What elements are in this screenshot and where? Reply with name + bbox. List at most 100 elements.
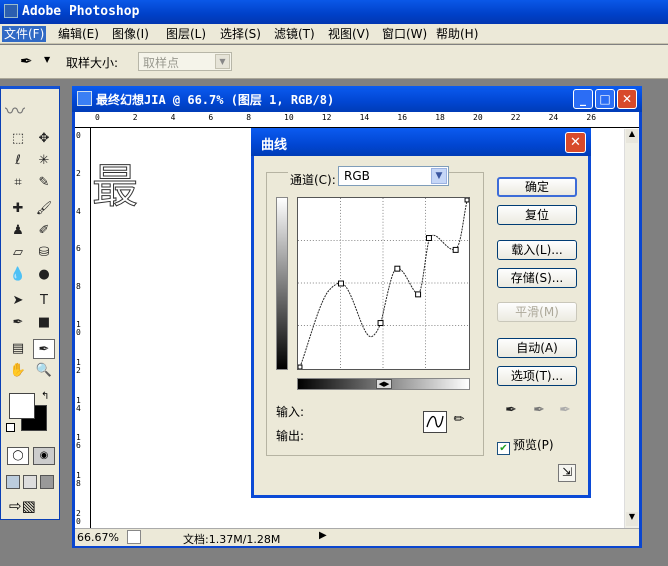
menu-select[interactable]: 选择(S) <box>218 26 263 42</box>
ruler-tick-label: 2 <box>76 168 81 178</box>
dialog-close-button[interactable]: ✕ <box>565 132 586 153</box>
ruler-tick-label: 20 <box>473 113 483 122</box>
foreground-color-swatch[interactable] <box>9 393 35 419</box>
feather-logo-icon: 〰 <box>5 99 25 123</box>
ruler-tick-label: 2 0 <box>76 509 81 526</box>
menu-edit[interactable]: 编辑(E) <box>56 26 101 42</box>
sample-size-select[interactable]: 取样点 ▼ <box>138 52 232 71</box>
history-brush-tool-icon[interactable]: ✐ <box>33 221 55 241</box>
maximize-button[interactable]: □ <box>595 89 615 109</box>
preset-dropdown-icon[interactable]: ▼ <box>44 55 50 64</box>
path-selection-tool-icon[interactable]: ➤ <box>7 291 29 311</box>
chevron-down-icon: ▼ <box>431 168 447 184</box>
magic-wand-tool-icon[interactable]: ✳ <box>33 151 55 171</box>
menu-layer[interactable]: 图层(L) <box>164 26 208 42</box>
output-label: 输出: <box>276 429 305 443</box>
zoom-level[interactable]: 66.67% <box>77 531 119 544</box>
expand-dialog-icon[interactable]: ⇲ <box>558 464 576 482</box>
notes-tool-icon[interactable]: ▤ <box>7 339 29 359</box>
swap-colors-icon[interactable]: ↰ <box>41 391 49 402</box>
smooth-button[interactable]: 平滑(M) <box>497 302 577 322</box>
white-point-eyedropper-icon[interactable]: ✒ <box>556 402 574 420</box>
curve-point[interactable] <box>452 246 459 253</box>
vertical-scrollbar[interactable]: ▲ ▼ <box>624 129 639 528</box>
minimize-button[interactable]: _ <box>573 89 593 109</box>
menu-help[interactable]: 帮助(H) <box>434 26 480 42</box>
sample-size-value: 取样点 <box>143 56 180 70</box>
lasso-tool-icon[interactable]: ℓ <box>7 151 29 171</box>
channel-label: 通道(C): <box>288 171 338 188</box>
reset-button[interactable]: 复位 <box>497 205 577 225</box>
curve-point[interactable] <box>415 291 422 298</box>
pencil-tool-icon[interactable]: ✏ <box>450 412 468 432</box>
ruler-tick-label: 1 8 <box>76 471 81 489</box>
quick-mask-mode-icon[interactable]: ◉ <box>33 447 55 465</box>
gradient-toggle-icon[interactable]: ◀▶ <box>376 379 392 389</box>
ruler-tick-label: 4 <box>170 113 176 122</box>
curve-point[interactable] <box>464 198 469 203</box>
menu-file[interactable]: 文件(F) <box>2 26 47 42</box>
load-button[interactable]: 载入(L)... <box>497 240 577 260</box>
ruler-tick-label: 2 <box>132 113 138 122</box>
slice-tool-icon[interactable]: ✎ <box>33 173 55 193</box>
scroll-up-icon[interactable]: ▲ <box>626 129 638 143</box>
brush-tool-icon[interactable]: 🖌 <box>33 199 55 219</box>
scroll-down-icon[interactable]: ▼ <box>626 512 638 526</box>
preview-label: 预览(P) <box>513 438 554 452</box>
standard-mode-icon[interactable]: ◯ <box>7 447 29 465</box>
status-menu-icon[interactable] <box>127 530 141 544</box>
preview-checkbox[interactable]: ✔ 预览(P) <box>497 436 554 455</box>
crop-tool-icon[interactable]: ⌗ <box>7 173 29 193</box>
ruler-tick-label: 24 <box>548 113 559 122</box>
fullscreen-mode-icon[interactable] <box>40 475 54 489</box>
fullscreen-menu-mode-icon[interactable] <box>23 475 37 489</box>
channel-value: RGB <box>344 169 370 183</box>
gray-point-eyedropper-icon[interactable]: ✒ <box>530 402 548 420</box>
document-icon <box>77 91 92 106</box>
ruler-tick-label: 6 <box>76 244 81 254</box>
blur-tool-icon[interactable]: 💧 <box>7 265 29 285</box>
dodge-tool-icon[interactable]: ● <box>33 265 55 285</box>
curve-tool-icon[interactable] <box>423 411 447 433</box>
checkmark-icon: ✔ <box>497 442 510 455</box>
eyedropper-preset-icon[interactable]: ✒ <box>20 52 33 70</box>
type-tool-icon[interactable]: T <box>33 291 55 311</box>
standard-screen-mode-icon[interactable] <box>6 475 20 489</box>
chevron-down-icon: ▼ <box>215 54 230 69</box>
jump-to-imageready-icon[interactable]: ⇨▧ <box>9 497 36 515</box>
menu-view[interactable]: 视图(V) <box>326 26 372 42</box>
curve-graph[interactable] <box>297 197 470 370</box>
channel-select[interactable]: RGB ▼ <box>338 166 449 186</box>
rectangle-tool-icon[interactable]: ■ <box>33 313 55 333</box>
curve-point[interactable] <box>426 235 432 241</box>
curve-point[interactable] <box>298 364 303 369</box>
curve-point[interactable] <box>394 265 401 272</box>
hand-tool-icon[interactable]: ✋ <box>7 361 29 381</box>
status-arrow-icon[interactable]: ▶ <box>319 530 327 541</box>
photoshop-logo-icon <box>4 4 18 18</box>
healing-brush-tool-icon[interactable]: ✚ <box>7 199 29 219</box>
close-button[interactable]: ✕ <box>617 89 637 109</box>
menu-filter[interactable]: 滤镜(T) <box>272 26 317 42</box>
black-point-eyedropper-icon[interactable]: ✒ <box>502 402 520 420</box>
ruler-tick-label: 1 0 <box>76 320 81 337</box>
options-button[interactable]: 选项(T)... <box>497 366 577 386</box>
default-colors-icon[interactable] <box>6 423 15 432</box>
curve-point[interactable] <box>377 320 384 327</box>
clone-stamp-tool-icon[interactable]: ♟ <box>7 221 29 241</box>
marquee-tool-icon[interactable]: ⬚ <box>7 129 29 149</box>
auto-button[interactable]: 自动(A) <box>497 338 577 358</box>
eyedropper-tool-icon[interactable]: ✒ <box>33 339 55 359</box>
ruler-tick-label: 1 6 <box>76 433 81 451</box>
paint-bucket-tool-icon[interactable]: ⛁ <box>33 243 55 263</box>
menu-image[interactable]: 图像(I) <box>110 26 151 42</box>
save-button[interactable]: 存储(S)... <box>497 268 577 288</box>
pen-tool-icon[interactable]: ✒ <box>7 313 29 333</box>
move-tool-icon[interactable]: ✥ <box>33 129 55 149</box>
eraser-tool-icon[interactable]: ▱ <box>7 243 29 263</box>
menu-window[interactable]: 窗口(W) <box>380 26 429 42</box>
zoom-tool-icon[interactable]: 🔍 <box>33 361 55 381</box>
ruler-tick-label: 1 4 <box>76 395 81 413</box>
ok-button[interactable]: 确定 <box>497 177 577 197</box>
curve-point[interactable] <box>338 280 344 287</box>
